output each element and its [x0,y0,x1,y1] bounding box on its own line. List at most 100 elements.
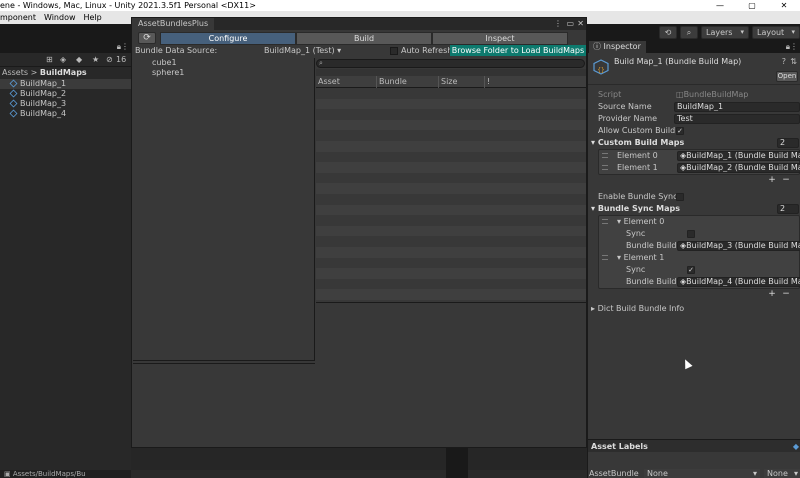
table-row [316,268,586,279]
star-icon[interactable]: ★ [92,55,99,64]
layout-dropdown[interactable]: Layout ▾ [752,26,800,39]
tree-item[interactable]: sphere1 [133,68,314,78]
tag-icon[interactable]: ◆ [793,440,799,453]
tab-inspector[interactable]: ⓘ Inspector [589,41,646,53]
object-field[interactable]: ◈BuildMap_2 (Bundle Build Ma [677,163,800,173]
create-icon[interactable]: ⊞ [46,55,53,64]
file-name: BuildMap_4 [20,109,67,118]
source-name-field[interactable]: BuildMap_1 [674,102,800,112]
search-input[interactable]: ⌕ [316,59,585,68]
asset-bundle-row: AssetBundle None ▾ None ▾ [588,469,800,478]
remove-element-button[interactable]: − [780,289,792,299]
bundle-sync-maps-header[interactable]: ▾ Bundle Sync Maps 2 [588,203,800,215]
abp-tab[interactable]: AssetBundlesPlus [132,18,215,30]
build-map-icon [9,99,18,108]
minimize-button[interactable]: — [704,0,736,11]
element-foldout[interactable]: ▾ Element 1 [617,252,664,264]
bundle-sync-maps-size[interactable]: 2 [777,204,799,214]
drag-handle-icon[interactable] [602,153,608,158]
column-asset[interactable]: Asset [316,76,340,88]
bundle-sync-maps-foldout[interactable]: ▾ Bundle Sync Maps [591,203,680,215]
enable-bundle-sync-checkbox[interactable] [676,193,684,201]
bundle-sync-maps-label: Bundle Sync Maps [597,204,681,213]
tree-item[interactable]: cube1 [133,58,314,68]
menu-window[interactable]: Window [44,11,84,24]
breadcrumb-root[interactable]: Assets [2,68,28,77]
history-icon[interactable]: ⟲ [659,26,677,39]
list-item: Element 0 ◈BuildMap_1 (Bundle Build Ma [599,150,800,162]
inspector-panel: ⓘ Inspector 🔒︎ ⋮ {} Build Map_1 (Bundle … [587,41,800,478]
open-button[interactable]: Open [776,71,798,82]
refresh-icon: ⟳ [143,33,151,43]
search-icon[interactable]: ⌕ [680,26,698,39]
object-field[interactable]: ◈BuildMap_4 (Bundle Build Ma [677,277,800,287]
custom-build-maps-size[interactable]: 2 [777,138,799,148]
object-value: BuildMap_2 (Bundle Build Ma [686,163,800,172]
data-source-dropdown[interactable]: BuildMap_1 (Test) ▾ [264,45,341,56]
sync-checkbox[interactable]: ✓ [687,266,695,274]
drag-handle-icon[interactable] [602,165,608,170]
provider-name-field[interactable]: Test [674,114,800,124]
window-title-bar: ene - Windows, Mac, Linux - Unity 2021.3… [0,0,800,11]
menu-icon[interactable]: ⋮ [790,42,798,51]
drag-handle-icon[interactable] [602,219,608,224]
add-element-button[interactable]: + [766,175,778,185]
file-item[interactable]: BuildMap_3 [0,99,131,109]
object-field[interactable]: ◈BuildMap_3 (Bundle Build Ma [677,241,800,251]
close-icon[interactable]: ✕ [577,18,584,30]
dict-build-bundle-info-row[interactable]: ▸ Dict Build Bundle Info [588,303,800,315]
object-field[interactable]: ◈BuildMap_1 (Bundle Build Ma [677,151,800,161]
visibility-icon[interactable]: ⊘ [106,55,113,64]
add-element-button[interactable]: + [766,289,778,299]
menu-icon[interactable]: ⋮ [554,18,562,30]
tab-build[interactable]: Build [296,32,432,45]
tab-configure[interactable]: Configure [160,32,296,45]
element-label: Element 0 [623,217,665,226]
maximize-icon[interactable]: ▭ [566,18,574,30]
custom-build-maps-header[interactable]: ▾ Custom Build Maps 2 [588,137,800,149]
browse-folder-button[interactable]: Browse Folder to Load BuildMaps [450,45,586,56]
data-source-label: Bundle Data Source: [135,46,218,55]
dict-build-bundle-info-label: Dict Build Bundle Info [597,304,685,313]
dict-build-bundle-info-foldout[interactable]: ▸ Dict Build Bundle Info [591,303,684,315]
help-icon[interactable]: ? [782,57,786,66]
auto-refresh-checkbox[interactable] [390,47,398,55]
filter-type-icon[interactable]: ◈ [60,55,66,64]
label-icon[interactable]: ◆ [76,55,82,64]
asset-bundle-value: None [647,469,668,478]
sync-checkbox[interactable] [687,230,695,238]
file-item[interactable]: BuildMap_4 [0,109,131,119]
close-button[interactable]: ✕ [768,0,800,11]
column-size[interactable]: Size [438,76,457,88]
maximize-button[interactable]: ▢ [736,0,768,11]
column-warning[interactable]: ! [484,76,490,88]
element-foldout[interactable]: ▾ Element 0 [617,216,664,228]
menu-icon[interactable]: ⋮ [121,42,129,51]
allow-custom-build-row: Allow Custom Build ✓ [588,125,800,137]
settings-icon[interactable]: ⇅ [790,57,797,66]
asset-bundle-dropdown[interactable]: None ▾ [644,469,760,478]
menu-component[interactable]: mponent [0,11,44,24]
menu-help[interactable]: Help [84,11,110,24]
asset-table-rows [316,88,586,300]
custom-build-maps-controls: + − [588,175,800,187]
custom-build-maps-foldout[interactable]: ▾ Custom Build Maps [591,137,684,149]
layers-dropdown[interactable]: Layers ▾ [701,26,749,39]
table-row [316,204,586,216]
asset-table-header: Asset Bundle Size ! [316,76,586,88]
asset-bundle-variant-dropdown[interactable]: None ▾ [764,469,800,478]
asset-bundle-label: AssetBundle [589,469,639,478]
tab-inspect[interactable]: Inspect [432,32,568,45]
table-row [316,246,586,258]
drag-handle-icon[interactable] [602,255,608,260]
allow-custom-build-checkbox[interactable]: ✓ [676,127,684,135]
sync-row: Sync [599,228,799,240]
remove-element-button[interactable]: − [780,175,792,185]
file-item[interactable]: BuildMap_2 [0,89,131,99]
column-bundle[interactable]: Bundle [376,76,407,88]
refresh-button[interactable]: ⟳ [138,32,156,44]
asset-list-pane: ⌕ Asset Bundle Size ! [316,58,586,300]
table-row [316,162,586,173]
breadcrumb-current[interactable]: BuildMaps [40,68,87,77]
file-item[interactable]: BuildMap_1 [0,79,131,89]
